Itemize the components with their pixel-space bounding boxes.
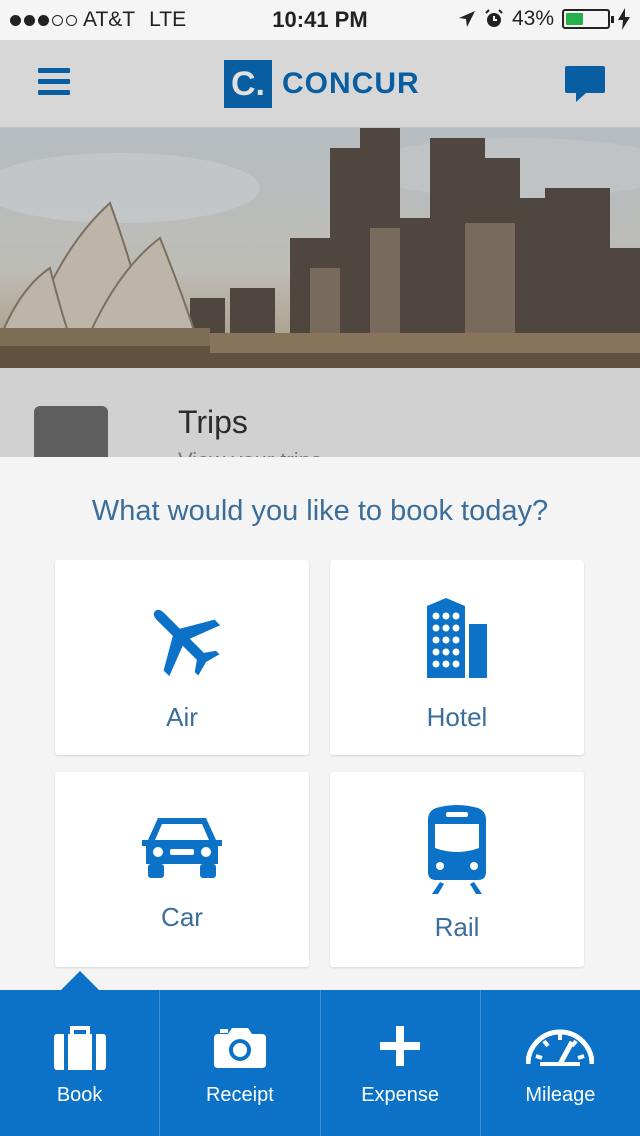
book-hotel-option[interactable]: Hotel (330, 560, 584, 755)
book-car-option[interactable]: Car (55, 772, 309, 967)
location-arrow-icon (458, 11, 475, 27)
book-rail-option[interactable]: Rail (330, 772, 584, 967)
charging-bolt-icon (618, 8, 630, 30)
tab-receipt[interactable]: Receipt (160, 990, 321, 1136)
camera-icon (213, 1028, 266, 1068)
suitcase-icon (53, 1026, 106, 1070)
booking-sheet: What would you like to book today? Air H… (0, 457, 640, 990)
air-label: Air (166, 702, 198, 732)
alarm-clock-icon (485, 9, 503, 27)
book-air-option[interactable]: Air (55, 560, 309, 755)
airplane-icon (153, 609, 221, 677)
selected-tab-pointer (60, 971, 100, 991)
car-icon (142, 818, 222, 878)
tab-mileage-label: Mileage (525, 1084, 596, 1106)
dim-overlay (0, 40, 640, 458)
hotel-label: Hotel (426, 702, 488, 732)
tab-book[interactable]: Book (0, 990, 161, 1136)
rail-label: Rail (434, 912, 480, 942)
plus-icon (380, 1026, 421, 1066)
tab-receipt-label: Receipt (205, 1084, 274, 1106)
hotel-icon (427, 598, 487, 678)
bottom-tab-bar: Book Receipt Expense Mileage (0, 990, 640, 1136)
battery-percent: 43% (511, 7, 554, 30)
speedometer-icon (526, 1029, 595, 1066)
tab-expense[interactable]: Expense (321, 990, 481, 1136)
tab-book-label: Book (56, 1084, 103, 1106)
booking-sheet-title: What would you like to book today? (91, 495, 549, 527)
tab-expense-label: Expense (361, 1084, 440, 1106)
car-label: Car (161, 902, 203, 932)
train-icon (428, 805, 486, 894)
battery-icon (562, 9, 614, 29)
status-bar: AT&T LTE 10:41 PM 43% (0, 0, 640, 40)
tab-mileage[interactable]: Mileage (481, 990, 640, 1136)
